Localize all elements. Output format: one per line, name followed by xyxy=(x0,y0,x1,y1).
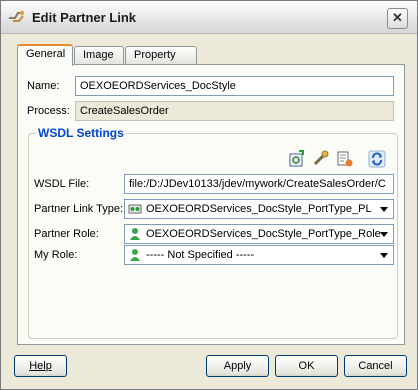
cancel-button-label: Cancel xyxy=(358,360,393,372)
role-icon xyxy=(130,228,140,240)
my-role-select[interactable]: ----- Not Specified ----- xyxy=(124,245,394,265)
chevron-down-icon[interactable] xyxy=(376,226,392,242)
apply-button[interactable]: Apply xyxy=(206,355,269,377)
dialog-title: Edit Partner Link xyxy=(32,10,137,25)
wsdl-file-field[interactable]: file:/D:/JDev10133/jdev/mywork/CreateSal… xyxy=(124,174,394,194)
help-button[interactable]: Help xyxy=(14,355,67,377)
name-label: Name: xyxy=(27,80,60,92)
refresh-icon[interactable] xyxy=(368,150,386,168)
general-panel: Name: OEXOEORDServices_DocStyle Process:… xyxy=(17,64,405,345)
close-icon: ✕ xyxy=(392,10,403,25)
edit-partner-link-dialog: Edit Partner Link ✕ General Image Proper… xyxy=(0,0,418,390)
partner-role-value: OEXOEORDServices_DocStyle_PortType_Role xyxy=(146,228,381,240)
partner-link-type-label: Partner Link Type: xyxy=(34,203,124,215)
partner-link-icon xyxy=(9,10,25,22)
role-icon xyxy=(130,249,140,261)
title-bar[interactable]: Edit Partner Link ✕ xyxy=(1,1,417,34)
tab-label: Property xyxy=(134,49,176,61)
apply-button-label: Apply xyxy=(223,360,252,372)
tab-general[interactable]: General xyxy=(17,44,73,66)
partner-role-label: Partner Role: xyxy=(34,228,99,240)
browse-wsdl-icon[interactable] xyxy=(312,150,330,168)
link-type-icon xyxy=(128,204,142,214)
name-field[interactable]: OEXOEORDServices_DocStyle xyxy=(75,76,394,96)
tab-label: General xyxy=(26,48,66,60)
my-role-value: ----- Not Specified ----- xyxy=(146,249,255,261)
ok-button[interactable]: OK xyxy=(275,355,338,377)
wsdl-settings-title: WSDL Settings xyxy=(36,126,126,140)
help-button-label: Help xyxy=(29,360,52,372)
cancel-button[interactable]: Cancel xyxy=(344,355,407,377)
close-button[interactable]: ✕ xyxy=(387,8,408,29)
partner-link-type-value: OEXOEORDServices_DocStyle_PortType_PL xyxy=(146,203,372,215)
define-service-icon[interactable] xyxy=(288,150,306,168)
chevron-down-icon[interactable] xyxy=(376,247,392,263)
ok-button-label: OK xyxy=(298,360,315,372)
tab-property[interactable]: Property xyxy=(125,46,197,65)
tab-label: Image xyxy=(83,49,114,61)
process-field: CreateSalesOrder xyxy=(75,101,394,121)
process-label: Process: xyxy=(27,105,70,117)
wsdl-file-label: WSDL File: xyxy=(34,178,90,190)
partner-role-select[interactable]: OEXOEORDServices_DocStyle_PortType_Role xyxy=(124,224,394,244)
browse-services-icon[interactable] xyxy=(336,150,354,168)
partner-link-type-select[interactable]: OEXOEORDServices_DocStyle_PortType_PL xyxy=(124,199,394,219)
chevron-down-icon[interactable] xyxy=(376,201,392,217)
my-role-label: My Role: xyxy=(34,249,78,261)
tab-image[interactable]: Image xyxy=(74,46,124,65)
